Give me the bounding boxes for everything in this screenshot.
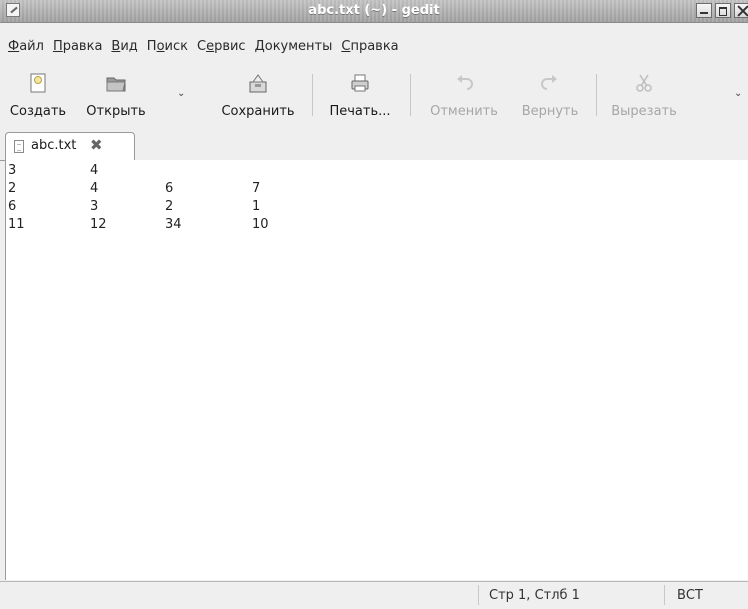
menu-bar: Файл Правка Вид Поиск Сервис Документы С…: [0, 36, 748, 56]
menu-search[interactable]: Поиск: [143, 39, 193, 54]
undo-button[interactable]: Отменить: [420, 66, 508, 122]
status-divider: [478, 585, 479, 605]
open-button[interactable]: Открыть: [76, 66, 156, 122]
redo-icon: [541, 75, 557, 90]
tab-strip: abc.txt ✖: [0, 132, 748, 161]
maximize-button[interactable]: [715, 3, 731, 18]
menu-edit[interactable]: Правка: [49, 39, 107, 54]
scissors-icon: [636, 74, 652, 92]
text-editor[interactable]: 3 4 2 4 6 7 6 3 2 1 11 12 34 10: [5, 160, 748, 580]
toolbar-separator: [596, 74, 597, 116]
cursor-position: Стр 1, Стлб 1: [489, 588, 580, 603]
minimize-button[interactable]: [696, 3, 712, 18]
menu-documents[interactable]: Документы: [251, 39, 338, 54]
menu-file[interactable]: Файл: [4, 39, 49, 54]
window-title: abc.txt (~) - gedit: [308, 3, 440, 18]
title-bar[interactable]: abc.txt (~) - gedit: [0, 0, 748, 23]
menu-help[interactable]: Справка: [337, 39, 403, 54]
folder-open-icon: [106, 77, 126, 92]
undo-icon: [457, 75, 473, 90]
close-window-button[interactable]: [734, 3, 748, 18]
open-recent-dropdown[interactable]: ⌄: [177, 88, 185, 99]
tab-close-icon[interactable]: ✖: [90, 136, 103, 154]
save-icon: [249, 74, 267, 93]
insert-mode: ВСТ: [677, 588, 703, 603]
new-document-icon: [30, 73, 46, 93]
menu-view[interactable]: Вид: [107, 39, 142, 54]
status-bar: Стр 1, Стлб 1 ВСТ: [0, 581, 748, 609]
redo-button[interactable]: Вернуть: [512, 66, 588, 122]
print-button[interactable]: Печать...: [320, 66, 400, 122]
toolbar-separator: [410, 74, 411, 116]
cut-button[interactable]: Вырезать: [604, 66, 684, 122]
toolbar-separator: [312, 74, 313, 116]
save-button[interactable]: Сохранить: [212, 66, 304, 122]
tab-label: abc.txt: [31, 138, 77, 153]
new-button[interactable]: Создать: [2, 66, 74, 122]
printer-icon: [351, 74, 369, 92]
text-file-icon: [14, 140, 24, 153]
status-divider: [664, 585, 665, 605]
toolbar: Создать Открыть ⌄ Сохранить Печать... От…: [0, 66, 748, 126]
tab-abc-txt[interactable]: abc.txt ✖: [5, 132, 135, 160]
menu-tools[interactable]: Сервис: [193, 39, 251, 54]
toolbar-overflow-button[interactable]: ⌄: [734, 88, 742, 99]
